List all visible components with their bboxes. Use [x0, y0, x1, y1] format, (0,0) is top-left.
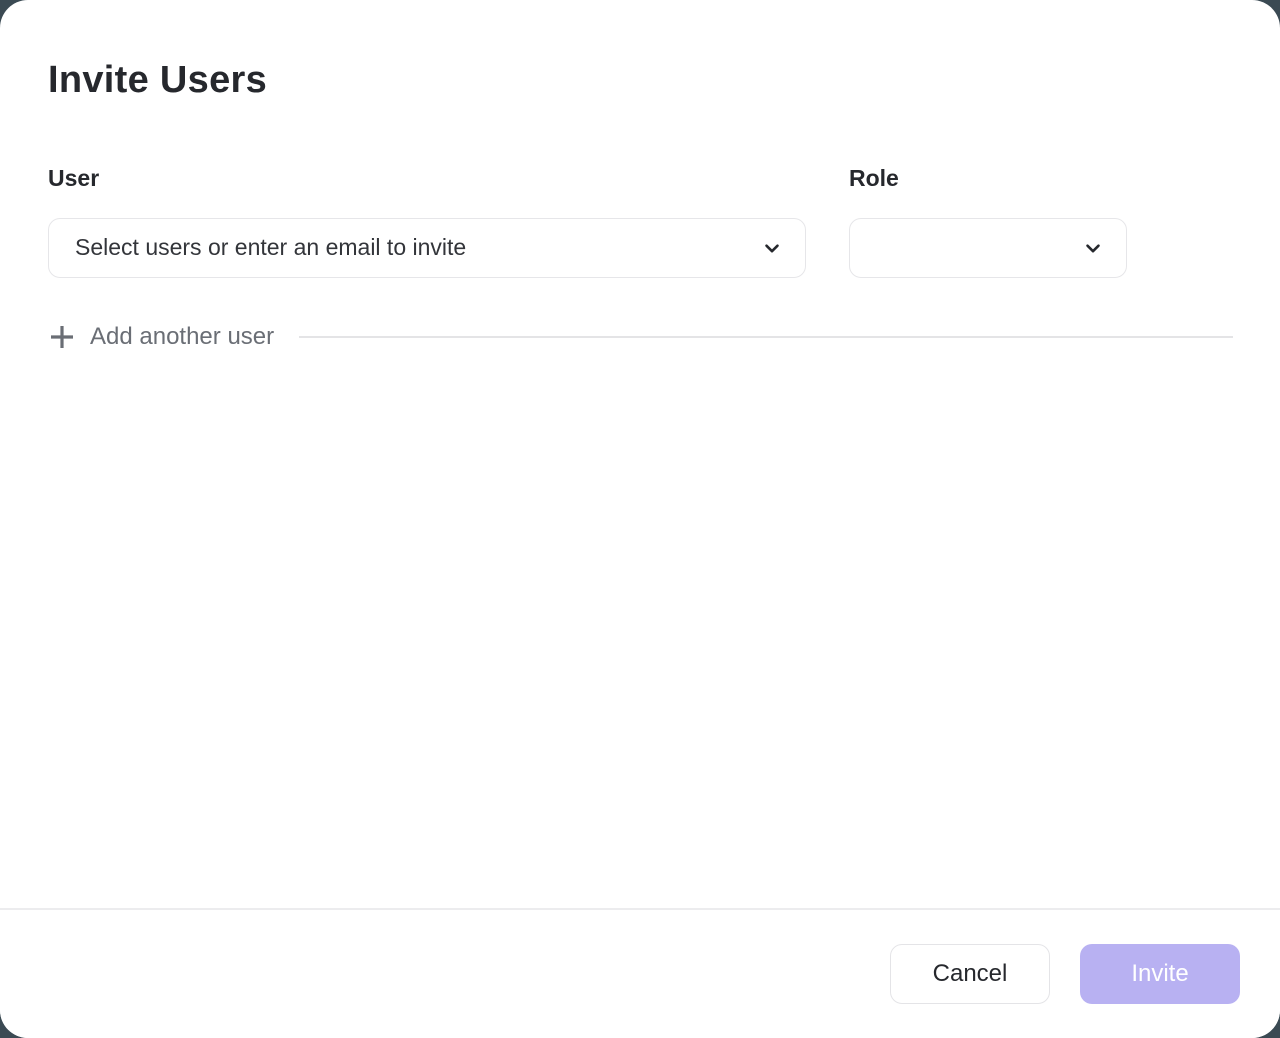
- dialog-footer: Cancel Invite: [0, 908, 1280, 1038]
- add-another-user-row: Add another user: [48, 323, 1233, 351]
- user-select[interactable]: Select users or enter an email to invite: [48, 218, 806, 278]
- user-label: User: [48, 164, 806, 192]
- invite-users-dialog: Invite Users User Select users or enter …: [0, 0, 1280, 1038]
- plus-icon: [48, 323, 76, 351]
- inline-divider: [299, 336, 1233, 338]
- invite-button[interactable]: Invite: [1080, 944, 1240, 1004]
- role-field: Role: [849, 164, 1127, 278]
- add-another-user-button[interactable]: Add another user: [48, 323, 274, 351]
- dialog-title: Invite Users: [48, 58, 1233, 104]
- chevron-down-icon: [761, 237, 783, 259]
- dialog-body: Invite Users User Select users or enter …: [0, 0, 1280, 351]
- user-role-row: User Select users or enter an email to i…: [48, 164, 1233, 278]
- add-another-user-label: Add another user: [90, 323, 274, 351]
- role-label: Role: [849, 164, 1127, 192]
- user-select-placeholder: Select users or enter an email to invite: [75, 234, 761, 261]
- chevron-down-icon: [1082, 237, 1104, 259]
- cancel-button[interactable]: Cancel: [890, 944, 1050, 1004]
- user-field: User Select users or enter an email to i…: [48, 164, 806, 278]
- role-select[interactable]: [849, 218, 1127, 278]
